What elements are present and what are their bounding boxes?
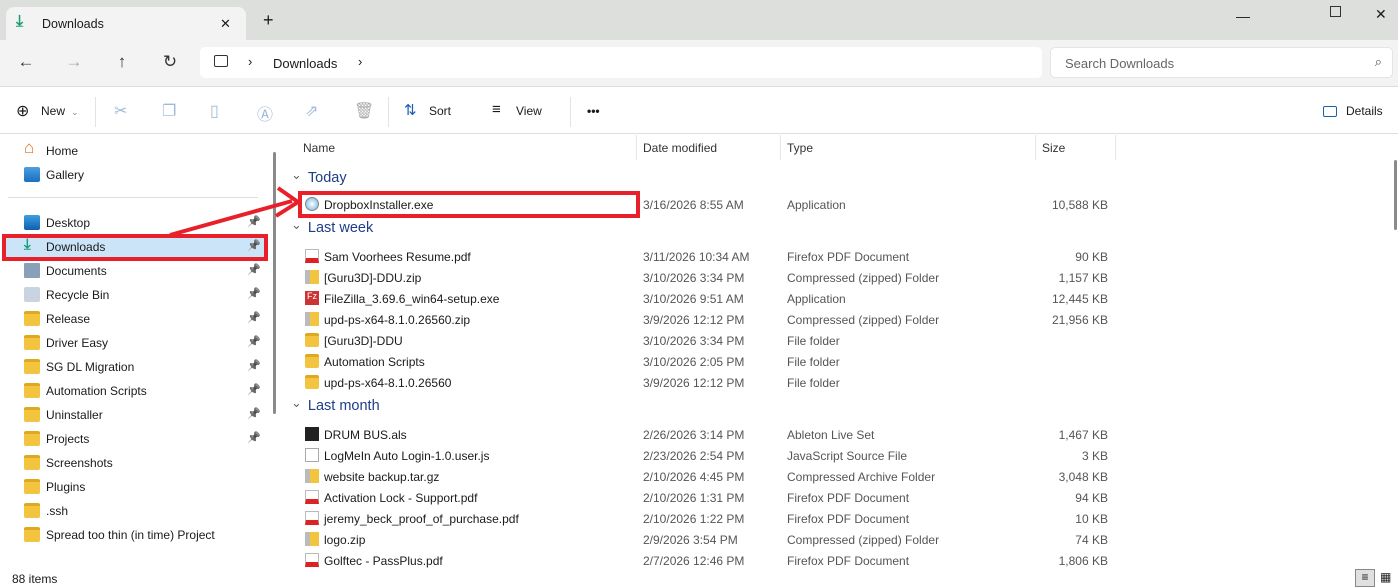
annotation-arrow xyxy=(169,186,302,237)
